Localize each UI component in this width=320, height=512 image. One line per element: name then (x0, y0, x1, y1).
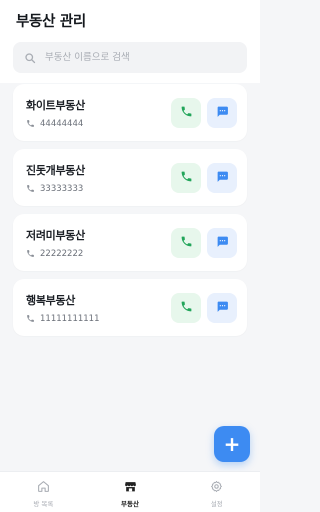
agency-phone: 33333333 (40, 183, 84, 194)
agency-actions (171, 97, 237, 128)
phone-icon (26, 249, 35, 258)
phone-icon (26, 314, 35, 323)
message-button[interactable] (207, 292, 237, 323)
message-button[interactable] (207, 227, 237, 258)
nav-item-room-list[interactable]: 방 목록 (0, 472, 87, 512)
agency-info: 저려미부동산 22222222 (26, 227, 85, 259)
call-button[interactable] (171, 162, 201, 193)
agency-phone-row: 11111111111 (26, 314, 100, 324)
message-button[interactable] (207, 97, 237, 128)
gear-icon (210, 479, 224, 493)
call-button[interactable] (171, 97, 201, 128)
agency-name: 저려미부동산 (26, 228, 85, 242)
search-icon (23, 51, 37, 65)
agency-actions (171, 292, 237, 323)
message-icon (216, 233, 229, 252)
search-bar-container (0, 38, 260, 83)
agency-info: 화이트부동산 44444444 (26, 97, 85, 129)
agency-list: 화이트부동산 44444444 진돗개부동산 33333333 저려미부동산 2… (0, 84, 260, 336)
agency-phone: 11111111111 (40, 313, 100, 324)
agency-phone-row: 44444444 (26, 119, 85, 129)
store-icon (123, 479, 137, 493)
agency-name: 행복부동산 (26, 293, 76, 307)
phone-icon (26, 184, 35, 193)
call-button[interactable] (171, 227, 201, 258)
agency-card[interactable]: 진돗개부동산 33333333 (13, 149, 247, 206)
header: 부동산 관리 (0, 0, 260, 38)
search-bar[interactable] (13, 42, 247, 73)
nav-label: 설정 (210, 500, 223, 508)
call-button[interactable] (171, 292, 201, 323)
message-icon (216, 298, 229, 317)
message-icon (216, 168, 229, 187)
nav-item-settings[interactable]: 설정 (173, 472, 260, 512)
agency-name: 진돗개부동산 (26, 163, 85, 177)
agency-card[interactable]: 행복부동산 11111111111 (13, 279, 247, 336)
call-icon (180, 103, 193, 122)
call-icon (180, 168, 193, 187)
message-button[interactable] (207, 162, 237, 193)
agency-phone: 44444444 (40, 118, 84, 129)
agency-phone-row: 33333333 (26, 184, 85, 194)
nav-label: 방 목록 (33, 500, 54, 508)
call-icon (180, 233, 193, 252)
message-icon (216, 103, 229, 122)
phone-icon (26, 119, 35, 128)
bottom-nav: 방 목록 부동산 설정 (0, 471, 260, 512)
search-input[interactable] (45, 52, 235, 63)
agency-phone-row: 22222222 (26, 249, 85, 259)
nav-label: 부동산 (121, 500, 139, 508)
agency-name: 화이트부동산 (26, 98, 85, 112)
agency-card[interactable]: 화이트부동산 44444444 (13, 84, 247, 141)
call-icon (180, 298, 193, 317)
app-root: 부동산 관리 화이트부동산 44444444 (0, 0, 260, 512)
agency-info: 진돗개부동산 33333333 (26, 162, 85, 194)
home-icon (36, 479, 50, 493)
nav-item-agency[interactable]: 부동산 (87, 472, 174, 512)
agency-phone: 22222222 (40, 248, 84, 259)
agency-actions (171, 227, 237, 258)
agency-card[interactable]: 저려미부동산 22222222 (13, 214, 247, 271)
agency-info: 행복부동산 11111111111 (26, 292, 100, 324)
page-title: 부동산 관리 (16, 14, 86, 30)
add-agency-button[interactable]: + (214, 426, 250, 462)
agency-actions (171, 162, 237, 193)
